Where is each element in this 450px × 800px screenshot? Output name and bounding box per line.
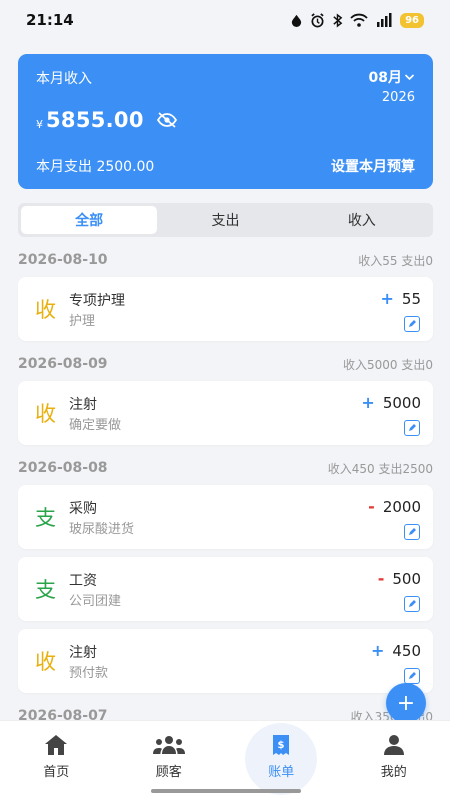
customers-icon — [152, 733, 185, 757]
drop-icon — [291, 14, 302, 27]
minus-sign: - — [368, 497, 375, 516]
transaction-subtitle: 预付款 — [69, 666, 109, 681]
nav-label: 账单 — [268, 765, 295, 780]
plus-sign: + — [361, 393, 375, 412]
tab-expense[interactable]: 支出 — [157, 206, 293, 234]
transaction-amount: + 5000 — [361, 393, 421, 412]
amount-value: 2000 — [382, 497, 421, 516]
transaction-amount: - 500 — [378, 569, 421, 588]
chevron-down-icon — [404, 74, 415, 81]
edit-icon[interactable] — [404, 316, 420, 332]
alarm-icon — [311, 12, 324, 27]
transaction-title: 采购 — [69, 501, 97, 517]
battery-indicator: 96 — [400, 12, 424, 28]
transaction-title: 专项护理 — [69, 293, 125, 309]
transaction-amount: + 55 — [381, 289, 422, 308]
income-type-badge: 收 — [35, 298, 56, 322]
plus-sign: + — [370, 641, 385, 660]
status-time: 21:14 — [26, 11, 74, 29]
nav-label: 首页 — [43, 765, 70, 780]
edit-icon[interactable] — [404, 596, 420, 612]
hide-amount-icon[interactable] — [156, 112, 178, 128]
group-date: 2026-08-09 — [18, 356, 108, 372]
bill-icon: $ — [271, 733, 291, 757]
income-type-badge: 收 — [35, 650, 56, 674]
group-summary: 收入450 支出2500 — [327, 461, 433, 476]
amount-value: 500 — [392, 569, 421, 588]
bluetooth-icon — [333, 13, 343, 27]
transaction-item[interactable]: 收 注射 预付款 + 450 — [18, 629, 433, 693]
tab-all[interactable]: 全部 — [21, 206, 158, 234]
tab-income[interactable]: 收入 — [294, 206, 430, 234]
home-icon — [44, 733, 68, 757]
amount-value: 450 — [392, 641, 421, 660]
transaction-item[interactable]: 支 工资 公司团建 - 500 — [18, 557, 433, 621]
transaction-list[interactable]: 2026-08-10 收入55 支出0 收 专项护理 护理 + 55 2026-… — [0, 245, 450, 731]
transaction-title: 注射 — [69, 397, 97, 413]
year-label: 2026 — [381, 90, 415, 105]
date-group-header: 2026-08-08 收入450 支出2500 — [0, 453, 450, 483]
set-budget-button[interactable]: 设置本月预算 — [331, 156, 415, 176]
signal-icon — [377, 13, 392, 27]
amount-value: 55 — [401, 289, 421, 308]
transaction-item[interactable]: 收 专项护理 护理 + 55 — [18, 277, 433, 341]
profile-icon — [383, 733, 405, 757]
edit-icon[interactable] — [404, 524, 420, 540]
status-icons: 96 — [290, 12, 424, 28]
group-date: 2026-08-08 — [18, 460, 108, 476]
income-value: 5855.00 — [46, 108, 144, 132]
nav-label: 顾客 — [155, 765, 182, 780]
minus-sign: - — [377, 569, 385, 588]
nav-home[interactable]: 首页 — [0, 721, 113, 800]
transaction-title: 注射 — [69, 645, 97, 661]
monthly-expense: 本月支出 2500.00 — [36, 159, 155, 175]
monthly-summary-card: 本月收入 08月 2026 ¥ 5855.00 本月支出 2500.00 设置本… — [18, 54, 433, 189]
expense-type-badge: 支 — [35, 506, 56, 530]
transaction-subtitle: 玻尿酸进货 — [69, 522, 135, 537]
transaction-item[interactable]: 支 采购 玻尿酸进货 - 2000 — [18, 485, 433, 549]
income-amount: ¥ 5855.00 — [36, 108, 178, 132]
transaction-subtitle: 护理 — [69, 314, 96, 329]
expense-type-badge: 支 — [35, 578, 56, 602]
month-label: 08月 — [368, 70, 402, 86]
monthly-income-label: 本月收入 — [36, 71, 92, 87]
filter-tabs: 全部 支出 收入 — [18, 203, 433, 237]
plus-sign: + — [380, 289, 394, 308]
date-group-header: 2026-08-09 收入5000 支出0 — [0, 349, 450, 379]
transaction-item[interactable]: 收 注射 确定要做 + 5000 — [18, 381, 433, 445]
nav-label: 我的 — [380, 765, 407, 780]
transaction-amount: - 2000 — [368, 497, 421, 516]
status-bar: 21:14 96 — [0, 0, 450, 40]
transaction-subtitle: 确定要做 — [69, 418, 122, 433]
transaction-amount: + 450 — [371, 641, 421, 660]
transaction-subtitle: 公司团建 — [69, 594, 122, 609]
transaction-title: 工资 — [69, 573, 97, 589]
add-transaction-button[interactable]: + — [386, 683, 426, 723]
edit-icon[interactable] — [404, 420, 420, 436]
income-type-badge: 收 — [35, 402, 56, 426]
group-summary: 收入5000 支出0 — [343, 357, 433, 372]
bottom-nav: 首页 顾客 $ 账单 我的 — [0, 720, 450, 800]
date-group-header: 2026-08-10 收入55 支出0 — [0, 245, 450, 275]
edit-icon[interactable] — [404, 668, 420, 684]
svg-text:$: $ — [278, 740, 285, 751]
amount-value: 5000 — [382, 393, 421, 412]
home-indicator — [151, 789, 301, 793]
group-summary: 收入55 支出0 — [358, 253, 433, 268]
currency-symbol: ¥ — [36, 117, 43, 131]
wifi-icon — [350, 13, 368, 27]
group-date: 2026-08-10 — [18, 252, 108, 268]
nav-profile[interactable]: 我的 — [338, 721, 450, 800]
month-selector[interactable]: 08月 — [369, 67, 415, 87]
